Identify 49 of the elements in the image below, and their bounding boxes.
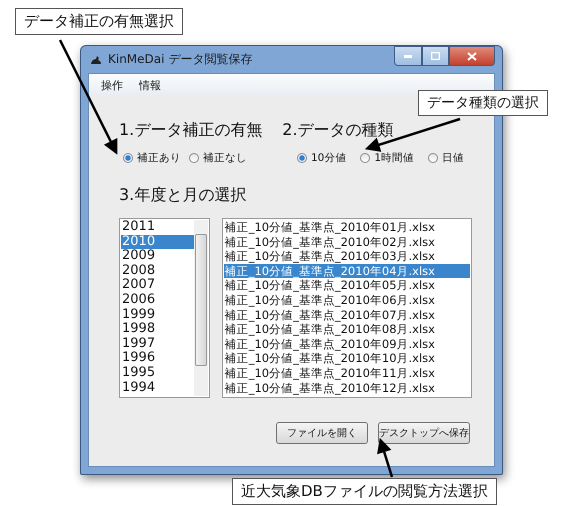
- year-item[interactable]: 1997: [121, 336, 194, 352]
- file-item[interactable]: 補正_10分値_基準点_2010年11月.xlsx: [224, 366, 470, 381]
- maximize-button[interactable]: [422, 46, 449, 66]
- file-item[interactable]: 補正_10分値_基準点_2010年07月.xlsx: [224, 308, 470, 322]
- menu-item[interactable]: 操作: [101, 78, 123, 92]
- file-item[interactable]: 補正_10分値_基準点_2010年09月.xlsx: [224, 336, 470, 352]
- year-item[interactable]: 2009: [121, 249, 194, 264]
- window-title: KinMeDai データ閲覧保存: [108, 51, 252, 68]
- year-item[interactable]: 1995: [121, 366, 194, 381]
- file-item[interactable]: 補正_10分値_基準点_2010年02月.xlsx: [224, 234, 470, 250]
- year-item[interactable]: 1996: [121, 351, 194, 366]
- file-item[interactable]: 補正_10分値_基準点_2010年06月.xlsx: [224, 292, 470, 308]
- menu-item[interactable]: 情報: [139, 78, 161, 92]
- annotation-callout: データ補正の有無選択: [15, 8, 183, 35]
- year-item[interactable]: 1998: [121, 322, 194, 337]
- minimize-button[interactable]: [394, 46, 422, 66]
- year-item[interactable]: 2007: [121, 278, 194, 293]
- maximize-icon: [431, 52, 440, 60]
- year-item[interactable]: 2011: [121, 220, 194, 235]
- section-heading: 2.データの種類: [282, 120, 394, 141]
- scrollbar[interactable]: [194, 220, 208, 396]
- radio-option[interactable]: 補正あり: [123, 151, 181, 165]
- bird-icon: [90, 54, 102, 64]
- radio-option[interactable]: 1時間値: [360, 151, 414, 165]
- dialog-button[interactable]: デスクトップへ保存: [378, 422, 470, 444]
- file-item[interactable]: 補正_10分値_基準点_2010年10月.xlsx: [224, 351, 470, 366]
- annotation-callout: データ種類の選択: [418, 90, 548, 116]
- file-item[interactable]: 補正_10分値_基準点_2010年12月.xlsx: [224, 380, 470, 396]
- radio-option[interactable]: 10分値: [297, 151, 346, 165]
- year-item[interactable]: 2008: [121, 264, 194, 278]
- year-item[interactable]: 2010: [121, 234, 194, 250]
- year-item[interactable]: 1994: [121, 380, 194, 396]
- dialog-button[interactable]: ファイルを開く: [276, 422, 368, 444]
- close-button[interactable]: [449, 46, 495, 66]
- annotation-arrow: [377, 438, 394, 478]
- annotation-callout: 近大気象DBファイルの閲覧方法選択: [232, 478, 497, 505]
- file-item[interactable]: 補正_10分値_基準点_2010年01月.xlsx: [224, 220, 470, 235]
- year-item[interactable]: 1999: [121, 308, 194, 322]
- close-icon: [467, 52, 477, 60]
- file-item[interactable]: 補正_10分値_基準点_2010年03月.xlsx: [224, 249, 470, 264]
- section-heading: 3.年度と月の選択: [119, 185, 248, 206]
- file-item[interactable]: 補正_10分値_基準点_2010年04月.xlsx: [224, 264, 470, 278]
- minimize-icon: [404, 54, 412, 58]
- file-item[interactable]: 補正_10分値_基準点_2010年08月.xlsx: [224, 322, 470, 337]
- radio-option[interactable]: 日値: [428, 151, 464, 165]
- section-heading: 1.データ補正の有無: [119, 120, 262, 141]
- file-item[interactable]: 補正_10分値_基準点_2010年05月.xlsx: [224, 278, 470, 293]
- year-item[interactable]: 2006: [121, 292, 194, 308]
- radio-option[interactable]: 補正なし: [189, 151, 247, 165]
